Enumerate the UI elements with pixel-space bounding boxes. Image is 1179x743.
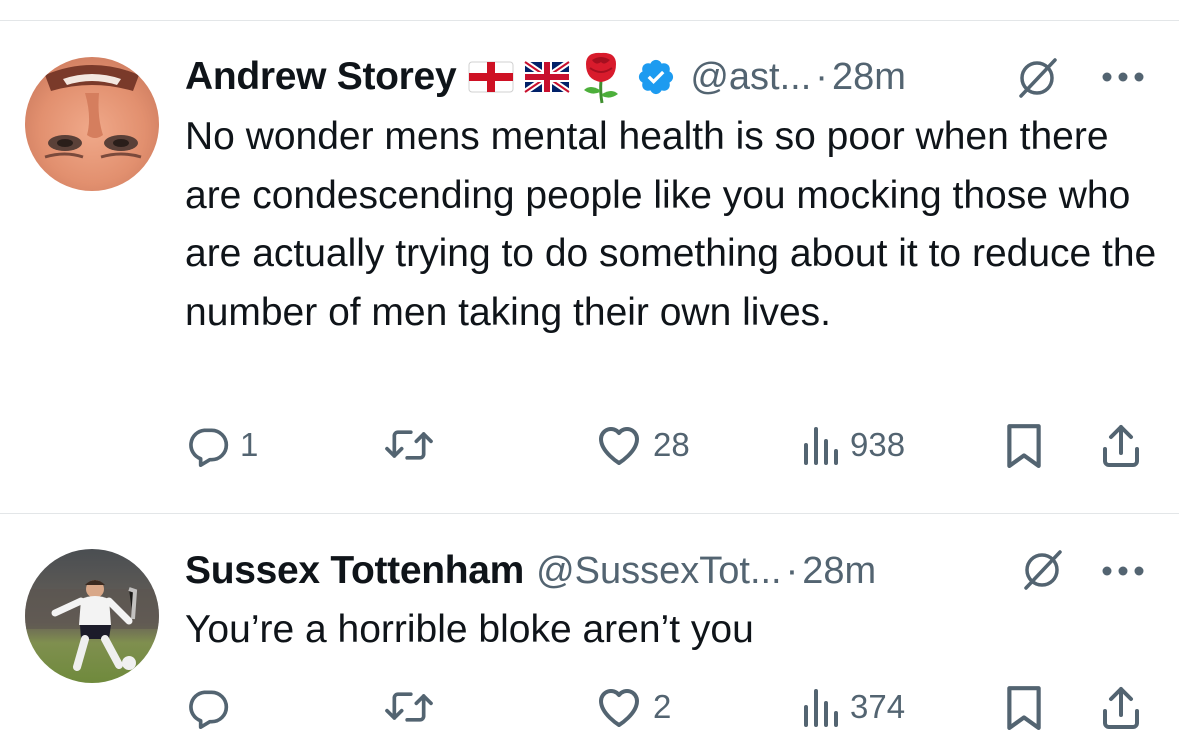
like-button[interactable]: 28: [595, 415, 690, 475]
like-count: 2: [653, 688, 672, 725]
bookmark-icon: [1007, 686, 1041, 730]
retweet-button[interactable]: [382, 677, 446, 737]
like-button[interactable]: 2: [595, 677, 671, 737]
verified-badge-icon[interactable]: [636, 57, 676, 97]
retweet-icon: [385, 692, 433, 722]
share-icon: [1103, 687, 1139, 729]
tweet-text: No wonder mens mental health is so poor …: [185, 115, 1157, 334]
view-count: 374: [850, 688, 906, 725]
heart-icon: [599, 689, 639, 727]
author-name[interactable]: Sussex Tottenham: [185, 549, 524, 593]
emoji-badges: [468, 50, 624, 104]
views-button[interactable]: 374: [800, 677, 905, 737]
bookmark-button[interactable]: [1003, 677, 1045, 737]
timestamp[interactable]: 28m: [802, 550, 876, 593]
author-handle[interactable]: @SussexTot...: [536, 550, 782, 593]
views-chart-icon: [804, 689, 838, 727]
reply-icon: [189, 428, 229, 467]
tweet-actions: 1 28 938: [0, 415, 1179, 475]
tweet-text: You’re a horrible bloke aren’t you: [185, 608, 754, 651]
england-flag-emoji: [468, 61, 514, 93]
uk-flag-emoji: [524, 61, 571, 93]
red-rose-emoji: [584, 52, 619, 104]
views-chart-icon: [804, 427, 838, 465]
share-button[interactable]: [1098, 677, 1144, 737]
tweet-actions: 2 374: [0, 677, 1179, 737]
reply-button[interactable]: [186, 677, 240, 737]
like-count: 28: [653, 426, 690, 463]
reply-button[interactable]: 1: [186, 415, 258, 475]
reply-icon: [189, 690, 229, 729]
timestamp[interactable]: 28m: [832, 56, 906, 99]
views-button[interactable]: 938: [800, 415, 905, 475]
bookmark-icon: [1007, 424, 1041, 468]
bookmark-button[interactable]: [1003, 415, 1045, 475]
tweet-header: Andrew Storey @ast... · 28m: [185, 50, 906, 104]
retweet-icon: [385, 430, 433, 460]
more-options-icon[interactable]: [1100, 70, 1146, 84]
separator-dot: ·: [815, 55, 828, 98]
share-icon: [1103, 425, 1139, 467]
more-options-icon[interactable]: [1100, 564, 1146, 578]
author-name[interactable]: Andrew Storey: [185, 55, 457, 99]
tweet[interactable]: Sussex Tottenham @SussexTot... · 28m You…: [0, 514, 1179, 743]
share-button[interactable]: [1098, 415, 1144, 475]
grok-icon[interactable]: [1020, 548, 1064, 592]
tweet[interactable]: Andrew Storey @ast... · 28m No wonder me…: [0, 0, 1179, 513]
view-count: 938: [850, 426, 906, 463]
author-handle[interactable]: @ast...: [690, 56, 811, 99]
reply-count: 1: [240, 426, 259, 463]
grok-icon[interactable]: [1015, 56, 1059, 100]
separator-dot: ·: [785, 549, 799, 592]
heart-icon: [599, 427, 639, 465]
avatar[interactable]: [25, 57, 159, 191]
retweet-button[interactable]: [382, 415, 446, 475]
avatar[interactable]: [25, 549, 159, 683]
tweet-header: Sussex Tottenham @SussexTot... · 28m: [185, 546, 876, 596]
